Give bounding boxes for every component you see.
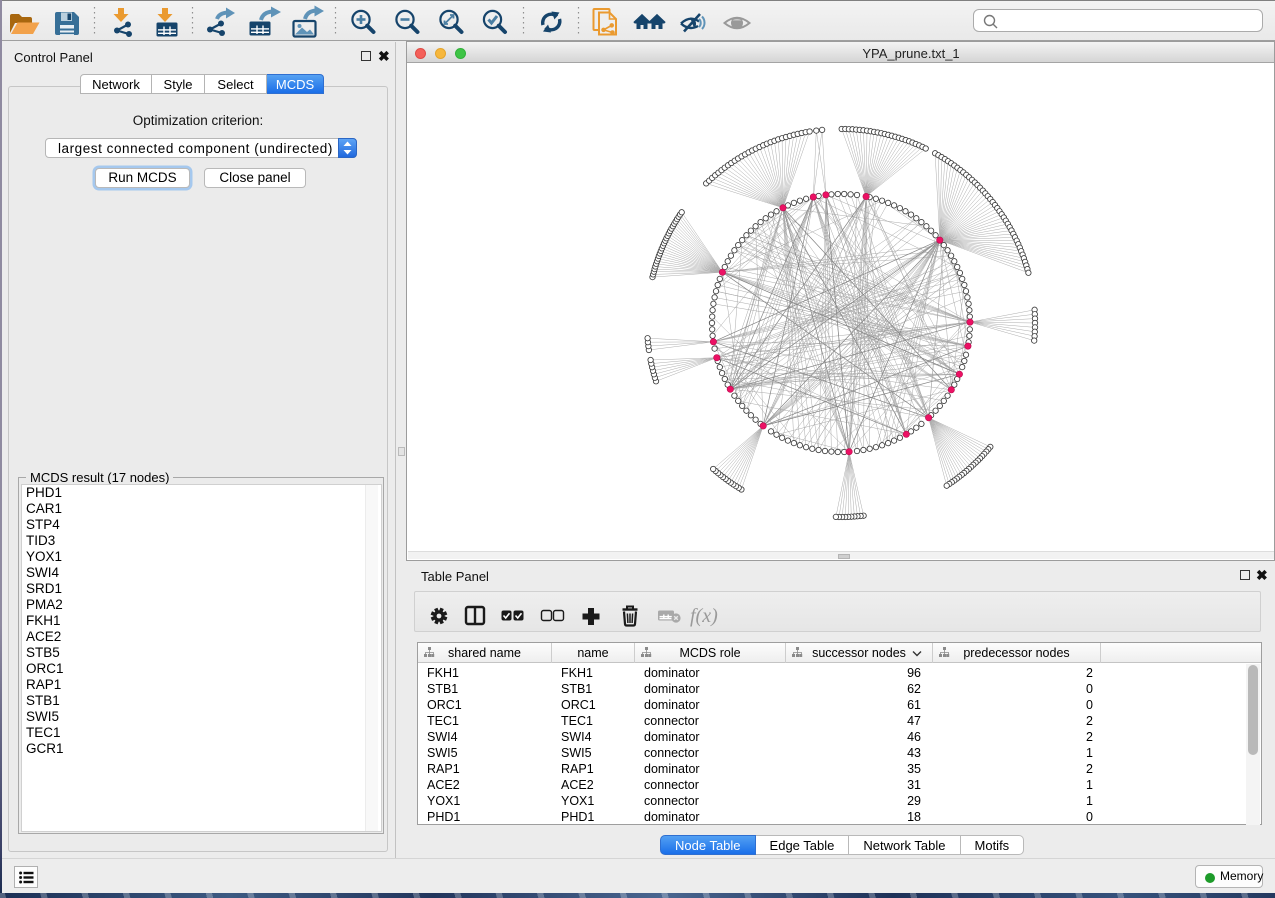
svg-text:f(x): f(x) (690, 605, 718, 627)
